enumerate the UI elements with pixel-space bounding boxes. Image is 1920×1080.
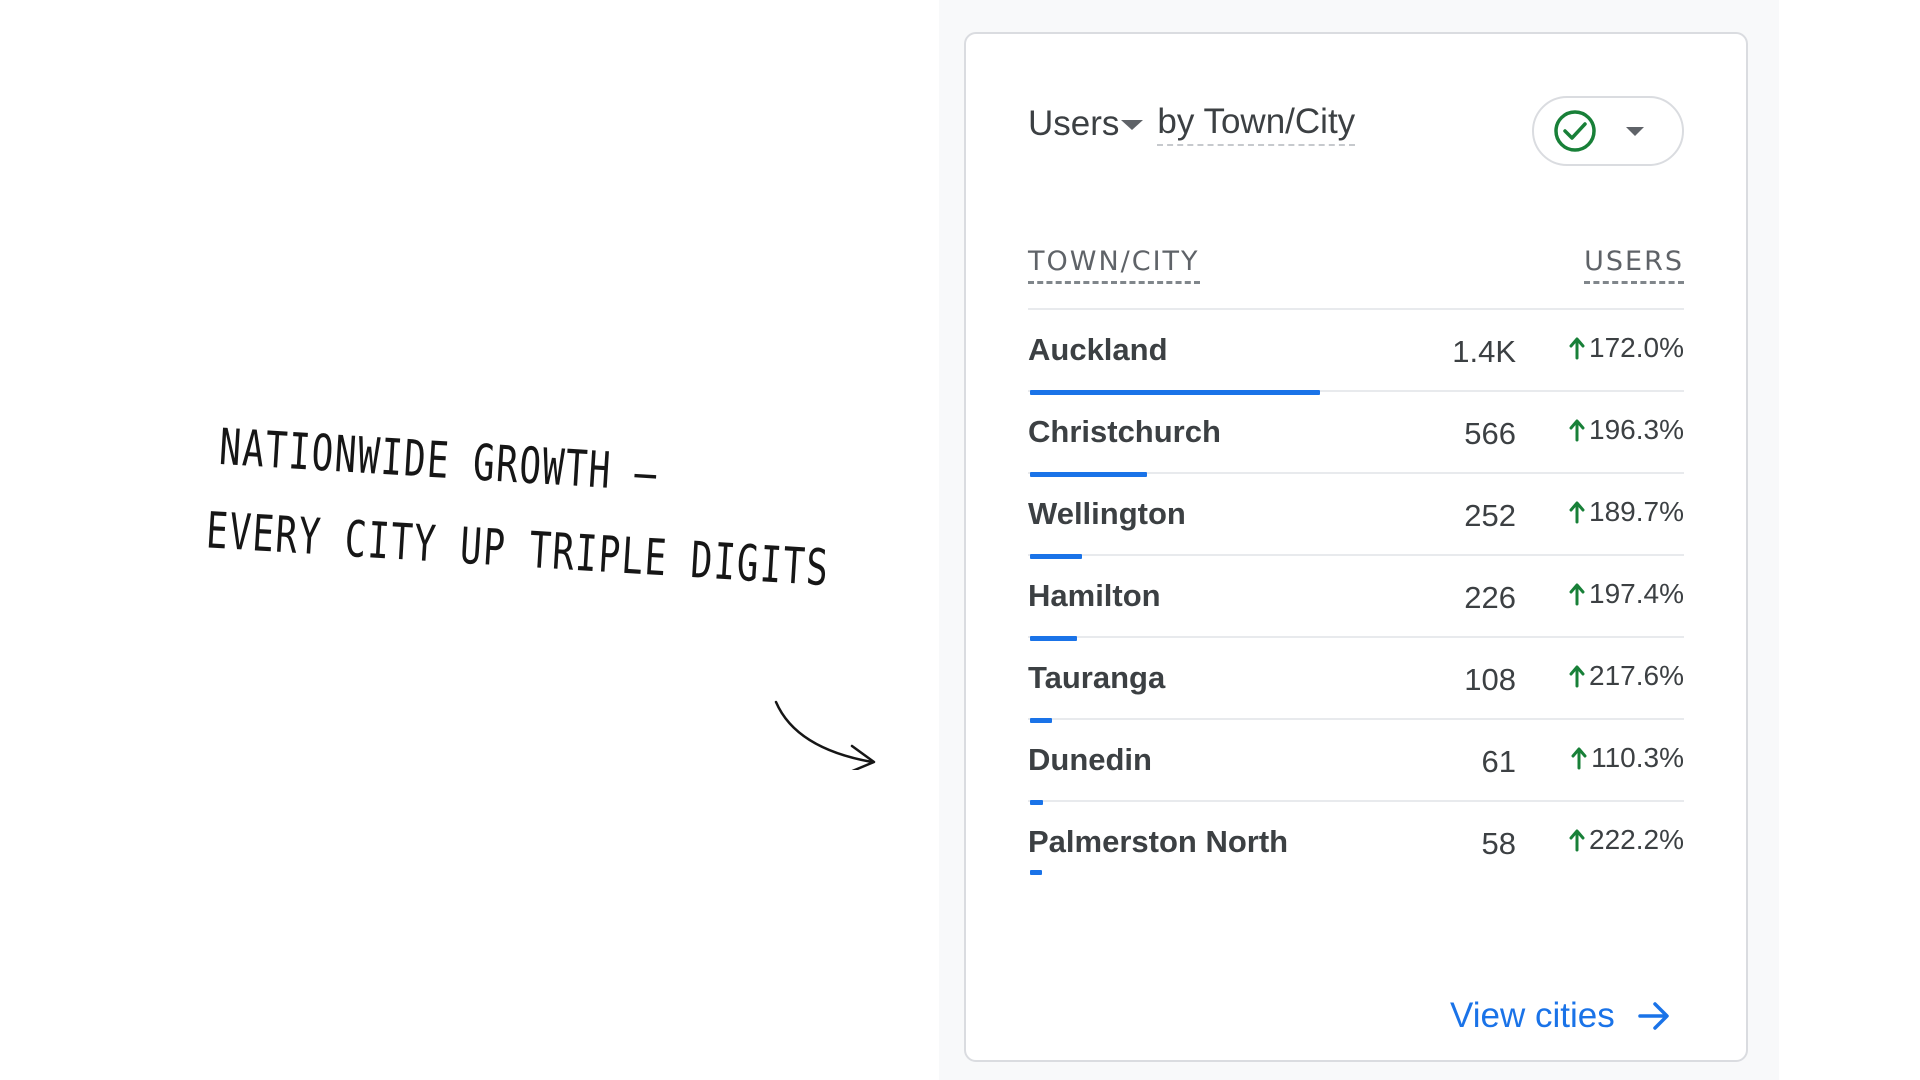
change-percent-value: 196.3% xyxy=(1589,414,1684,445)
column-header-city[interactable]: TOWN/CITY xyxy=(1028,246,1200,284)
stage: NATIONWIDE GROWTH — EVERY CITY UP TRIPLE… xyxy=(0,0,1920,1080)
change-percent-value: 110.3% xyxy=(1591,742,1684,773)
users-value: 58 xyxy=(1481,826,1516,861)
card-title: Users by Town/City xyxy=(1028,102,1356,146)
change-percent: 222.2% xyxy=(1569,824,1684,856)
arrow-up-icon xyxy=(1569,419,1585,442)
arrow-right-icon[interactable] xyxy=(1637,999,1671,1033)
metric-selector[interactable]: Users xyxy=(1028,104,1119,144)
city-name: Christchurch xyxy=(1028,414,1221,449)
table-row[interactable]: Auckland 1.4K 172.0% xyxy=(1028,310,1684,395)
table-row[interactable]: Hamilton 226 197.4% xyxy=(1028,556,1684,641)
change-percent: 196.3% xyxy=(1569,414,1684,446)
check-circle-icon xyxy=(1554,110,1596,152)
arrow-up-icon xyxy=(1569,829,1585,852)
change-percent-value: 189.7% xyxy=(1589,496,1684,527)
change-percent-value: 172.0% xyxy=(1589,332,1684,363)
view-cities-link[interactable]: View cities xyxy=(1450,996,1671,1036)
change-percent-value: 197.4% xyxy=(1589,578,1684,609)
change-percent-value: 217.6% xyxy=(1589,660,1684,691)
dimension-label[interactable]: by Town/City xyxy=(1157,102,1356,146)
chevron-down-icon xyxy=(1626,126,1644,136)
city-name: Hamilton xyxy=(1028,578,1161,613)
share-bar xyxy=(1030,870,1042,875)
users-value: 1.4K xyxy=(1452,334,1516,369)
change-percent: 172.0% xyxy=(1569,332,1684,364)
change-percent: 217.6% xyxy=(1569,660,1684,692)
arrow-up-icon xyxy=(1569,337,1585,360)
change-percent: 110.3% xyxy=(1571,742,1684,774)
city-table: Auckland 1.4K 172.0% Christchurch 566 196.3% W… xyxy=(1028,310,1684,884)
table-row[interactable]: Dunedin 61 110.3% xyxy=(1028,720,1684,805)
city-name: Auckland xyxy=(1028,332,1168,367)
change-percent-value: 222.2% xyxy=(1589,824,1684,855)
arrow-up-icon xyxy=(1569,583,1585,606)
arrow-up-icon xyxy=(1569,665,1585,688)
comparison-chip[interactable] xyxy=(1532,96,1684,166)
city-name: Dunedin xyxy=(1028,742,1152,777)
city-name: Wellington xyxy=(1028,496,1186,531)
users-value: 566 xyxy=(1464,416,1516,451)
column-header-users[interactable]: USERS xyxy=(1584,246,1684,284)
view-cities-label[interactable]: View cities xyxy=(1450,996,1615,1036)
arrow-up-icon xyxy=(1569,501,1585,524)
handwritten-annotation: NATIONWIDE GROWTH — EVERY CITY UP TRIPLE… xyxy=(205,405,861,612)
arrow-up-icon xyxy=(1571,747,1587,770)
metric-dropdown-icon[interactable] xyxy=(1121,120,1144,130)
change-percent: 189.7% xyxy=(1569,496,1684,528)
table-row[interactable]: Palmerston North 58 222.2% xyxy=(1028,802,1684,884)
table-row[interactable]: Tauranga 108 217.6% xyxy=(1028,638,1684,723)
users-by-city-card: Users by Town/City TOWN/CITY USERS Auckl… xyxy=(964,32,1748,1062)
users-value: 226 xyxy=(1464,580,1516,615)
city-name: Palmerston North xyxy=(1028,824,1289,859)
users-value: 252 xyxy=(1464,498,1516,533)
city-name: Tauranga xyxy=(1028,660,1166,695)
table-row[interactable]: Wellington 252 189.7% xyxy=(1028,474,1684,559)
change-percent: 197.4% xyxy=(1569,578,1684,610)
hand-drawn-arrow-icon xyxy=(774,700,876,770)
users-value: 108 xyxy=(1464,662,1516,697)
table-row[interactable]: Christchurch 566 196.3% xyxy=(1028,392,1684,477)
users-value: 61 xyxy=(1481,744,1516,779)
